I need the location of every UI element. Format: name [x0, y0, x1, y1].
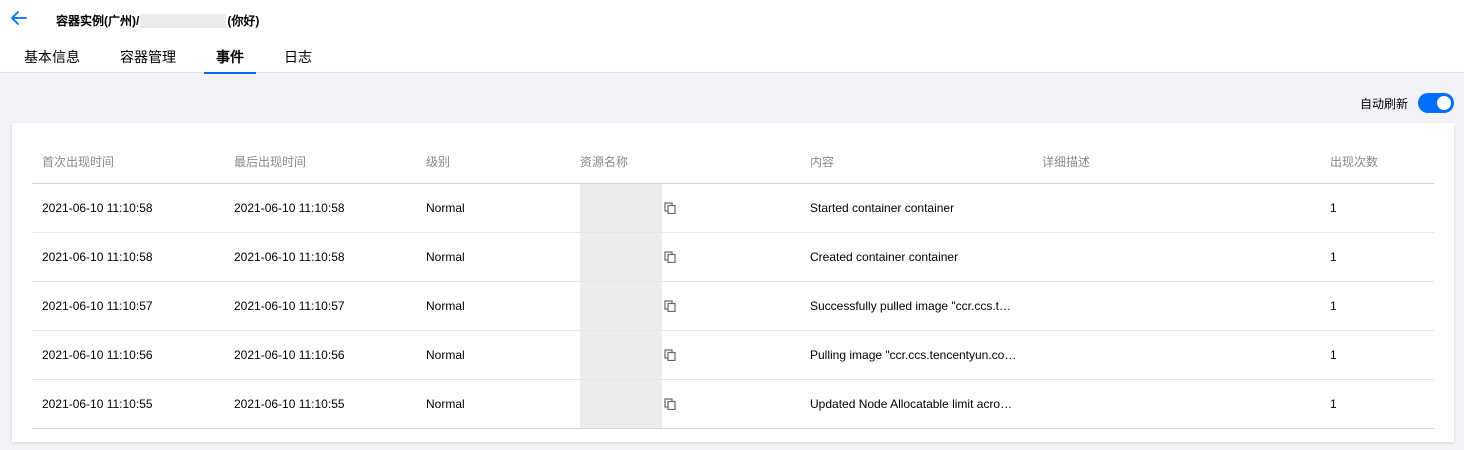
column-header-detail: 详细描述 [1032, 141, 1320, 184]
column-header-last-time: 最后出现时间 [224, 141, 416, 184]
redacted-resource-name [580, 232, 662, 281]
cell-content: Updated Node Allocatable limit acro… [800, 379, 1032, 429]
cell-resource-name [570, 281, 800, 331]
tab-container-management[interactable]: 容器管理 [118, 48, 178, 73]
redacted-resource-name [580, 379, 662, 428]
cell-detail [1032, 232, 1320, 282]
cell-count: 1 [1320, 281, 1434, 331]
cell-first-time: 2021-06-10 11:10:56 [32, 330, 224, 380]
redacted-resource-name [580, 281, 662, 330]
tab-logs[interactable]: 日志 [282, 48, 314, 73]
cell-content: Pulling image "ccr.ccs.tencentyun.co… [800, 330, 1032, 380]
cell-content: Started container container [800, 183, 1032, 233]
table-row: 2021-06-10 11:10:58 2021-06-10 11:10:58 … [32, 232, 1434, 282]
cell-resource-name [570, 232, 800, 282]
auto-refresh-control: 自动刷新 [1360, 93, 1454, 113]
table-row: 2021-06-10 11:10:55 2021-06-10 11:10:55 … [32, 379, 1434, 429]
table-header-row: 首次出现时间 最后出现时间 级别 资源名称 内容 详细描述 出现次数 [32, 141, 1434, 184]
cell-level: Normal [416, 232, 570, 282]
cell-count: 1 [1320, 232, 1434, 282]
cell-level: Normal [416, 330, 570, 380]
title-prefix: 容器实例(广州)/ [56, 14, 140, 28]
cell-first-time: 2021-06-10 11:10:58 [32, 232, 224, 282]
copy-icon[interactable] [664, 348, 676, 361]
table-row: 2021-06-10 11:10:56 2021-06-10 11:10:56 … [32, 330, 1434, 380]
column-header-first-time: 首次出现时间 [32, 141, 224, 184]
cell-level: Normal [416, 183, 570, 233]
cell-resource-name [570, 183, 800, 233]
copy-icon[interactable] [664, 299, 676, 312]
cell-last-time: 2021-06-10 11:10:58 [224, 232, 416, 282]
cell-first-time: 2021-06-10 11:10:55 [32, 379, 224, 429]
cell-level: Normal [416, 379, 570, 429]
cell-detail [1032, 183, 1320, 233]
cell-detail [1032, 330, 1320, 380]
redacted-resource-name [580, 183, 662, 232]
redacted-resource-name [580, 330, 662, 379]
table-row: 2021-06-10 11:10:58 2021-06-10 11:10:58 … [32, 183, 1434, 233]
cell-count: 1 [1320, 183, 1434, 233]
cell-first-time: 2021-06-10 11:10:57 [32, 281, 224, 331]
tab-basic-info[interactable]: 基本信息 [22, 48, 82, 73]
auto-refresh-toggle[interactable] [1418, 93, 1454, 113]
page-title: 容器实例(广州)/ (你好) [56, 12, 259, 29]
cell-count: 1 [1320, 379, 1434, 429]
redacted-instance-name [140, 13, 227, 28]
cell-detail [1032, 379, 1320, 429]
title-suffix: (你好) [227, 14, 260, 28]
copy-icon[interactable] [664, 250, 676, 263]
cell-last-time: 2021-06-10 11:10:55 [224, 379, 416, 429]
column-header-resource-name: 资源名称 [570, 141, 800, 184]
cell-last-time: 2021-06-10 11:10:56 [224, 330, 416, 380]
events-table: 首次出现时间 最后出现时间 级别 资源名称 内容 详细描述 出现次数 2021-… [32, 141, 1434, 429]
tab-bar: 基本信息 容器管理 事件 日志 [22, 48, 350, 74]
cell-content: Created container container [800, 232, 1032, 282]
events-card: 首次出现时间 最后出现时间 级别 资源名称 内容 详细描述 出现次数 2021-… [12, 123, 1454, 442]
tab-events[interactable]: 事件 [204, 48, 256, 74]
page-header: 容器实例(广州)/ (你好) 基本信息 容器管理 事件 日志 [0, 0, 1464, 74]
cell-count: 1 [1320, 330, 1434, 380]
toggle-knob [1437, 96, 1451, 110]
cell-level: Normal [416, 281, 570, 331]
column-header-count: 出现次数 [1320, 141, 1434, 184]
arrow-left-icon[interactable] [10, 10, 28, 26]
cell-detail [1032, 281, 1320, 331]
cell-first-time: 2021-06-10 11:10:58 [32, 183, 224, 233]
auto-refresh-label: 自动刷新 [1359, 96, 1408, 111]
column-header-content: 内容 [800, 141, 1032, 184]
cell-content: Successfully pulled image "ccr.ccs.t… [800, 281, 1032, 331]
cell-last-time: 2021-06-10 11:10:58 [224, 183, 416, 233]
cell-resource-name [570, 379, 800, 429]
copy-icon[interactable] [664, 201, 676, 214]
cell-resource-name [570, 330, 800, 380]
cell-last-time: 2021-06-10 11:10:57 [224, 281, 416, 331]
column-header-level: 级别 [416, 141, 570, 184]
table-row: 2021-06-10 11:10:57 2021-06-10 11:10:57 … [32, 281, 1434, 331]
copy-icon[interactable] [664, 397, 676, 410]
